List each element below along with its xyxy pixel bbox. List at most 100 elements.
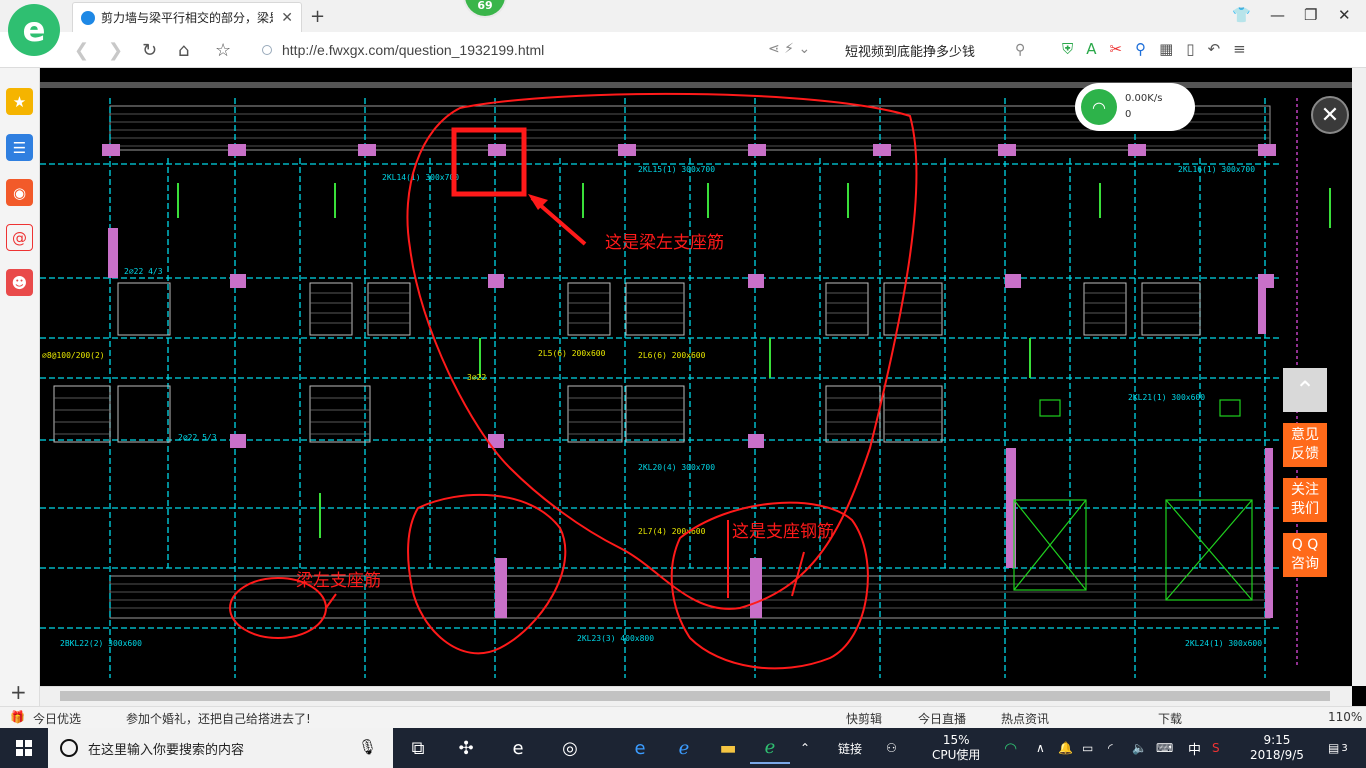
undo-icon[interactable]: ↶ (1208, 40, 1221, 58)
screen: 剪力墙与梁平行相交的部分，梁是 ✕ + 69 👕 — ❐ ✕ e ❮ ❯ ↻ ⌂… (0, 0, 1366, 768)
search-input[interactable]: 短视频到底能挣多少钱 (845, 41, 1015, 60)
windows-taskbar: 在这里输入你要搜索的内容 🎙 ⧉ ✣ e ◎ e ℯ ▬ ℯ ⌃ 链接 ⚇ 15… (0, 728, 1366, 768)
search-icon[interactable]: ⚲ (1015, 42, 1025, 58)
chat-app-icon[interactable]: ◎ (550, 732, 590, 764)
url-text[interactable]: http://e.fwxgx.com/question_1932199.html (282, 42, 544, 58)
wifi-tray-icon[interactable]: ◠ (1004, 728, 1017, 768)
weibo-icon[interactable]: ◉ (6, 179, 33, 206)
minimize-button[interactable]: — (1270, 6, 1285, 24)
download-link[interactable]: 下载 (1158, 710, 1182, 727)
start-button[interactable] (0, 728, 48, 768)
beam-label-kl21: 2KL21(1) 300x600 (1128, 393, 1205, 402)
magnifier-icon[interactable]: ⚲ (1135, 40, 1146, 58)
news-ticker-link[interactable]: 参加个婚礼，还把自己给搭进去了! (126, 710, 311, 727)
back-to-top-button[interactable]: ⌃ (1283, 368, 1327, 412)
share-icon[interactable]: ⋖ ⚡ ⌄ (768, 41, 810, 57)
beam-label-kl15: 2KL15(1) 300x700 (638, 165, 715, 174)
feedback-button[interactable]: 意见 反馈 (1283, 423, 1327, 467)
gift-icon: 🎁 (10, 710, 25, 724)
hot-news-link[interactable]: 热点资讯 (1001, 710, 1049, 727)
cad-drawing-image: 2KL14(1) 300x700 2KL15(1) 300x700 2KL16(… (40, 68, 1352, 686)
home-button[interactable]: ⌂ (178, 40, 189, 61)
network-icon[interactable]: ◜ (1108, 728, 1113, 768)
close-overlay-button[interactable]: ✕ (1311, 96, 1349, 134)
edge-icon[interactable]: e (498, 732, 538, 764)
close-tab-icon[interactable]: ✕ (281, 10, 293, 26)
microphone-icon[interactable]: 🎙 (358, 738, 377, 756)
mail-icon[interactable]: @ (6, 224, 33, 251)
edge-browser-icon[interactable]: e (620, 732, 660, 764)
reading-list-icon[interactable]: ☰ (6, 134, 33, 161)
sogou-icon[interactable]: S (1212, 728, 1220, 768)
taskbar-search-input[interactable]: 在这里输入你要搜索的内容 (88, 739, 244, 758)
skin-icon[interactable]: 👕 (1232, 6, 1251, 24)
site-info-icon[interactable] (262, 45, 272, 55)
today-live-link[interactable]: 今日直播 (918, 710, 966, 727)
connection-count: 0 (1125, 109, 1132, 120)
fan-app-icon[interactable]: ✣ (446, 732, 486, 764)
volume-icon[interactable]: 🔈 (1132, 728, 1147, 768)
zoom-level[interactable]: 110% (1328, 710, 1362, 724)
rebar-label-4: 2⌀22 5/3 (178, 433, 217, 442)
scrollbar-thumb[interactable] (60, 691, 1330, 701)
file-explorer-icon[interactable]: ▬ (708, 732, 748, 764)
cpu-usage[interactable]: 15% CPU使用 (932, 728, 980, 768)
address-bar[interactable]: http://e.fwxgx.com/question_1932199.html (262, 37, 762, 63)
tab-bar: 剪力墙与梁平行相交的部分，梁是 ✕ + 69 👕 — ❐ ✕ (0, 0, 1366, 32)
menu-icon[interactable]: ≡ (1233, 40, 1246, 58)
close-window-button[interactable]: ✕ (1338, 6, 1351, 24)
browser-tab[interactable]: 剪力墙与梁平行相交的部分，梁是 ✕ (72, 2, 302, 32)
favorites-icon[interactable]: ★ (6, 88, 33, 115)
translate-icon[interactable]: A (1086, 40, 1096, 58)
notification-bell-icon[interactable]: 🔔 (1058, 728, 1073, 768)
wifi-icon: ◠ (1081, 89, 1117, 125)
scissors-icon[interactable]: ✂ (1110, 40, 1123, 58)
follow-us-button[interactable]: 关注 我们 (1283, 478, 1327, 522)
shield-icon[interactable]: ⛨ (1062, 40, 1073, 58)
rebar-label-1: 2⌀22 4/3 (124, 267, 163, 276)
2345-browser-taskbar-icon[interactable]: ℯ (750, 732, 790, 764)
today-picks-link[interactable]: 今日优选 (33, 710, 81, 727)
people-icon[interactable]: ⚇ (886, 728, 897, 768)
beam-label-kl22: 2BKL22(2) 300x600 (60, 639, 142, 648)
quick-clip-link[interactable]: 快剪辑 (846, 710, 882, 727)
clock[interactable]: 9:15 2018/9/5 (1250, 728, 1304, 768)
action-center-icon[interactable]: ▤ 3 (1328, 728, 1348, 768)
annotation-top: 这是梁左支座筋 (605, 233, 724, 253)
tab-title: 剪力墙与梁平行相交的部分，梁是 (101, 11, 274, 25)
restore-button[interactable]: ❐ (1304, 6, 1317, 24)
taskbar-search[interactable]: 在这里输入你要搜索的内容 🎙 (48, 728, 393, 768)
tray-chevron-icon[interactable]: ⌃ (800, 728, 810, 768)
ie-icon[interactable]: ℯ (664, 732, 704, 764)
game-icon[interactable]: ☻ (6, 269, 33, 296)
ime-indicator[interactable]: 中 (1188, 728, 1201, 768)
beam-label-kl23: 2KL23(3) 400x800 (577, 634, 654, 643)
back-button[interactable]: ❮ (74, 40, 89, 61)
bookmark-star-button[interactable]: ☆ (215, 40, 231, 61)
apps-icon[interactable]: ▦ (1159, 40, 1173, 58)
cortana-icon (60, 739, 78, 757)
phone-icon[interactable]: ▯ (1186, 40, 1194, 58)
keyboard-icon[interactable]: ⌨ (1156, 728, 1173, 768)
browser-logo[interactable]: e (8, 4, 60, 56)
left-sidebar: ★ ☰ ◉ @ ☻ + (0, 68, 40, 706)
horizontal-scrollbar[interactable] (40, 686, 1352, 706)
cad-plan-svg: 2KL14(1) 300x700 2KL15(1) 300x700 2KL16(… (40, 68, 1352, 686)
tray-up-icon[interactable]: ∧ (1036, 728, 1045, 768)
score-badge[interactable]: 69 (463, 0, 507, 18)
add-sidebar-icon[interactable]: + (10, 680, 27, 704)
task-view-icon[interactable]: ⧉ (398, 732, 438, 764)
forward-button[interactable]: ❯ (108, 40, 123, 61)
search-box[interactable]: 短视频到底能挣多少钱 ⚲ (845, 37, 1045, 63)
tray-link[interactable]: 链接 (838, 728, 862, 768)
refresh-button[interactable]: ↻ (142, 40, 157, 61)
rebar-label-3: ⌀8@100/200(2) (42, 351, 105, 360)
vertical-scrollbar[interactable] (1352, 68, 1366, 686)
beam-label-kl14: 2KL14(1) 300x700 (382, 173, 459, 182)
network-speed-widget[interactable]: ◠ 0.00K/s 0 (1075, 83, 1195, 131)
annotation-left: 梁左支座筋 (296, 571, 381, 591)
battery-icon[interactable]: ▭ (1082, 728, 1093, 768)
site-favicon-icon (81, 10, 95, 25)
qq-consult-button[interactable]: Q Q 咨询 (1283, 533, 1327, 577)
new-tab-button[interactable]: + (310, 6, 325, 27)
